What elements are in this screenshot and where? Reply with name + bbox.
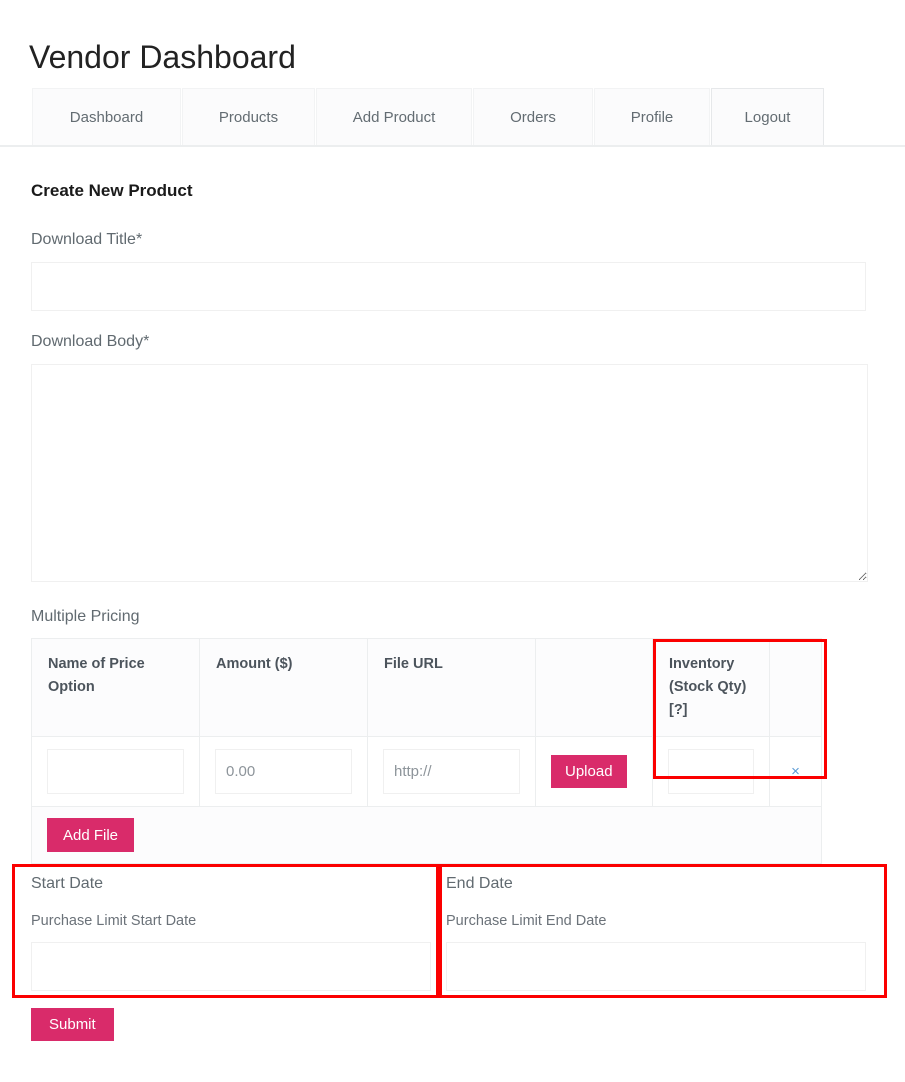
start-date-sublabel: Purchase Limit Start Date [31,912,431,930]
main-nav-tabs: Dashboard Products Add Product Orders Pr… [0,88,905,147]
upload-button[interactable]: Upload [551,755,627,788]
download-body-textarea[interactable] [31,364,868,582]
tab-profile-label: Profile [631,109,674,126]
tab-logout[interactable]: Logout [711,88,824,145]
cell-file-url [368,737,536,807]
cell-add-file: Add File [32,807,822,864]
add-file-row: Add File [32,807,822,864]
price-option-name-input[interactable] [47,749,184,794]
tab-add-product[interactable]: Add Product [316,88,472,145]
tab-add-product-label: Add Product [353,109,436,126]
page-title: Vendor Dashboard [29,37,296,77]
pricing-table-body: Upload × Add File [32,737,822,864]
end-date-input[interactable] [446,942,866,991]
end-date-field-group: End Date Purchase Limit End Date [446,874,866,991]
column-header-inventory-stock-qty: Inventory (Stock Qty) [?] [653,639,770,737]
tab-products-label: Products [219,109,278,126]
tab-profile[interactable]: Profile [594,88,710,145]
column-header-amount: Amount ($) [200,639,368,737]
tab-dashboard[interactable]: Dashboard [32,88,181,145]
pricing-table-head: Name of Price Option Amount ($) File URL… [32,639,822,737]
tab-strip: Dashboard Products Add Product Orders Pr… [32,88,825,145]
cell-amount [200,737,368,807]
delete-row-icon[interactable]: × [791,764,800,779]
cell-delete: × [770,737,822,807]
submit-button[interactable]: Submit [31,1008,114,1041]
file-url-input[interactable] [383,749,520,794]
cell-upload: Upload [536,737,653,807]
column-header-delete [770,639,822,737]
start-date-label: Start Date [31,874,431,894]
multiple-pricing-table: Name of Price Option Amount ($) File URL… [31,638,822,864]
end-date-label: End Date [446,874,866,894]
inventory-stock-qty-input[interactable] [668,749,754,794]
cell-inventory [653,737,770,807]
download-title-input[interactable] [31,262,866,311]
column-header-name-of-price-option: Name of Price Option [32,639,200,737]
amount-input[interactable] [215,749,352,794]
end-date-sublabel: Purchase Limit End Date [446,912,866,930]
column-header-file-url: File URL [368,639,536,737]
cell-price-option-name [32,737,200,807]
column-header-upload [536,639,653,737]
table-row: Upload × [32,737,822,807]
download-body-label: Download Body* [31,332,149,352]
download-title-label: Download Title* [31,230,142,250]
start-date-field-group: Start Date Purchase Limit Start Date [31,874,431,991]
start-date-input[interactable] [31,942,431,991]
multiple-pricing-label: Multiple Pricing [31,607,139,627]
add-file-button[interactable]: Add File [47,818,134,852]
tab-dashboard-label: Dashboard [70,109,143,126]
section-heading-create-new-product: Create New Product [31,180,193,202]
tab-products[interactable]: Products [182,88,315,145]
tab-logout-label: Logout [745,109,791,126]
tab-orders[interactable]: Orders [473,88,593,145]
pricing-table-header-row: Name of Price Option Amount ($) File URL… [32,639,822,737]
tab-orders-label: Orders [510,109,556,126]
